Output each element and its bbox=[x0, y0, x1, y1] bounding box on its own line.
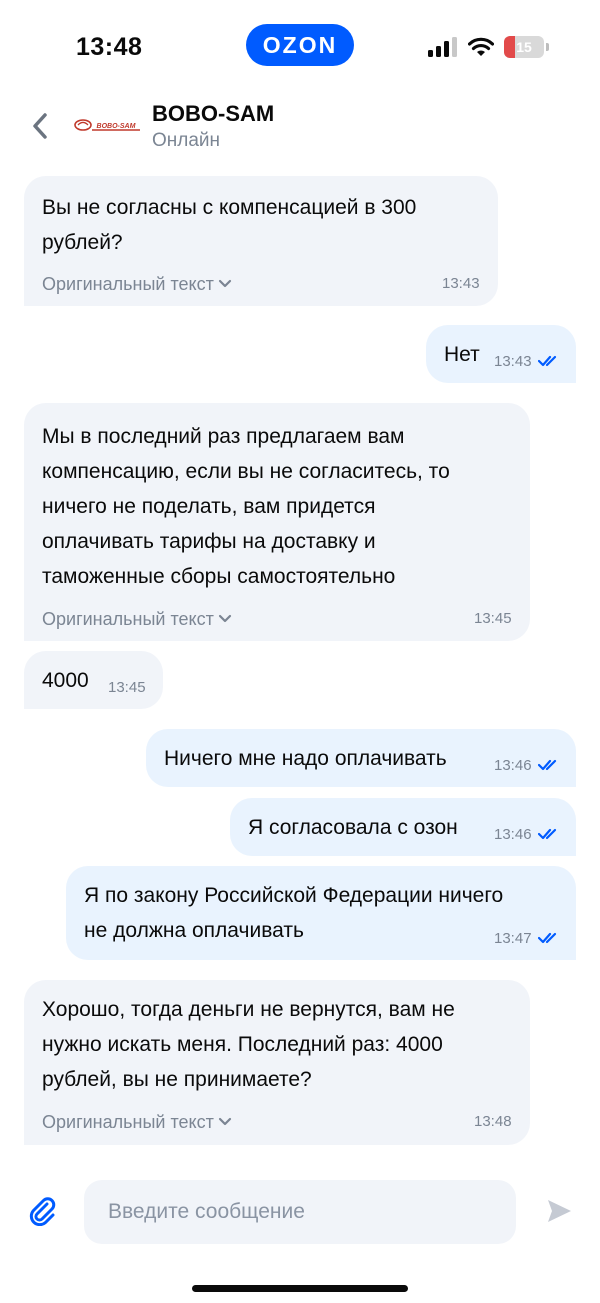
chevron-left-icon bbox=[33, 113, 47, 139]
chevron-down-icon bbox=[218, 279, 231, 288]
back-button[interactable] bbox=[24, 110, 56, 142]
status-clock: 13:48 bbox=[76, 33, 143, 61]
battery-icon: 15 bbox=[504, 36, 544, 58]
message-time: 13:43 bbox=[442, 275, 480, 292]
status-bar: 13:48 OZON 15 bbox=[0, 0, 600, 96]
message-bubble-outgoing[interactable]: Нет 13:43 bbox=[426, 325, 576, 383]
ozon-logo-text: OZON bbox=[263, 34, 337, 56]
chat-header: BOBO-SAM BOBO-SAM Онлайн bbox=[0, 96, 600, 160]
message-input[interactable] bbox=[84, 1180, 516, 1244]
message-time: 13:47 bbox=[494, 930, 532, 947]
message-text: Вы не согласны с компенсацией в 300 рубл… bbox=[42, 196, 417, 254]
message-time: 13:46 bbox=[494, 757, 532, 774]
message-time: 13:45 bbox=[474, 610, 512, 627]
wifi-icon bbox=[468, 37, 494, 56]
seller-logo-text: BOBO-SAM bbox=[97, 123, 136, 130]
original-text-toggle[interactable]: Оригинальный текст bbox=[42, 273, 232, 295]
battery-percent: 15 bbox=[516, 39, 532, 55]
read-checkmark-icon bbox=[538, 932, 557, 944]
message-text: 4000 bbox=[42, 669, 89, 692]
original-text-toggle[interactable]: Оригинальный текст bbox=[42, 608, 232, 630]
message-bubble-outgoing[interactable]: Я по закону Российской Федерации ничего … bbox=[66, 866, 576, 960]
message-text: Нет bbox=[444, 343, 480, 366]
message-time: 13:48 bbox=[474, 1113, 512, 1130]
message-text: Я согласовала с озон bbox=[248, 816, 458, 839]
read-checkmark-icon bbox=[538, 828, 557, 840]
seller-name[interactable]: BOBO-SAM bbox=[152, 101, 274, 127]
chevron-down-icon bbox=[218, 614, 231, 623]
message-text: Ничего мне надо оплачивать bbox=[164, 747, 447, 770]
message-bubble-outgoing[interactable]: Ничего мне надо оплачивать 13:46 bbox=[146, 729, 576, 787]
original-text-label: Оригинальный текст bbox=[42, 274, 214, 294]
message-bubble-outgoing[interactable]: Я согласовала с озон 13:46 bbox=[230, 798, 576, 856]
read-checkmark-icon bbox=[538, 355, 557, 367]
message-text: Хорошо, тогда деньги не вернутся, вам не… bbox=[42, 998, 455, 1091]
seller-logo-icon: BOBO-SAM bbox=[74, 119, 140, 131]
battery-indicator: 15 bbox=[504, 36, 549, 58]
message-time: 13:43 bbox=[494, 353, 532, 370]
ozon-logo-icon: OZON bbox=[263, 34, 337, 56]
home-indicator bbox=[192, 1285, 408, 1292]
attach-button[interactable] bbox=[28, 1196, 58, 1227]
original-text-toggle[interactable]: Оригинальный текст bbox=[42, 1111, 232, 1133]
message-bubble-incoming[interactable]: Хорошо, тогда деньги не вернутся, вам не… bbox=[24, 980, 530, 1145]
chevron-down-icon bbox=[218, 1117, 231, 1126]
ozon-logo: OZON bbox=[246, 24, 354, 66]
cellular-signal-icon bbox=[428, 37, 457, 57]
seller-avatar[interactable]: BOBO-SAM bbox=[72, 114, 142, 136]
message-time: 13:45 bbox=[108, 679, 146, 696]
paperclip-icon bbox=[29, 1197, 56, 1227]
message-bubble-incoming[interactable]: 4000 13:45 bbox=[24, 651, 163, 709]
original-text-label: Оригинальный текст bbox=[42, 1112, 214, 1132]
message-time: 13:46 bbox=[494, 826, 532, 843]
status-icons: 15 bbox=[428, 36, 549, 58]
original-text-label: Оригинальный текст bbox=[42, 609, 214, 629]
message-text: Я по закону Российской Федерации ничего … bbox=[84, 884, 504, 942]
message-bubble-incoming[interactable]: Мы в последний раз предлагаем вам компен… bbox=[24, 403, 530, 641]
battery-cap bbox=[546, 43, 549, 51]
send-button[interactable] bbox=[544, 1196, 574, 1226]
seller-status: Онлайн bbox=[152, 130, 221, 151]
read-checkmark-icon bbox=[538, 759, 557, 771]
message-text: Мы в последний раз предлагаем вам компен… bbox=[42, 425, 450, 588]
message-bubble-incoming[interactable]: Вы не согласны с компенсацией в 300 рубл… bbox=[24, 176, 498, 306]
send-icon bbox=[548, 1200, 571, 1222]
